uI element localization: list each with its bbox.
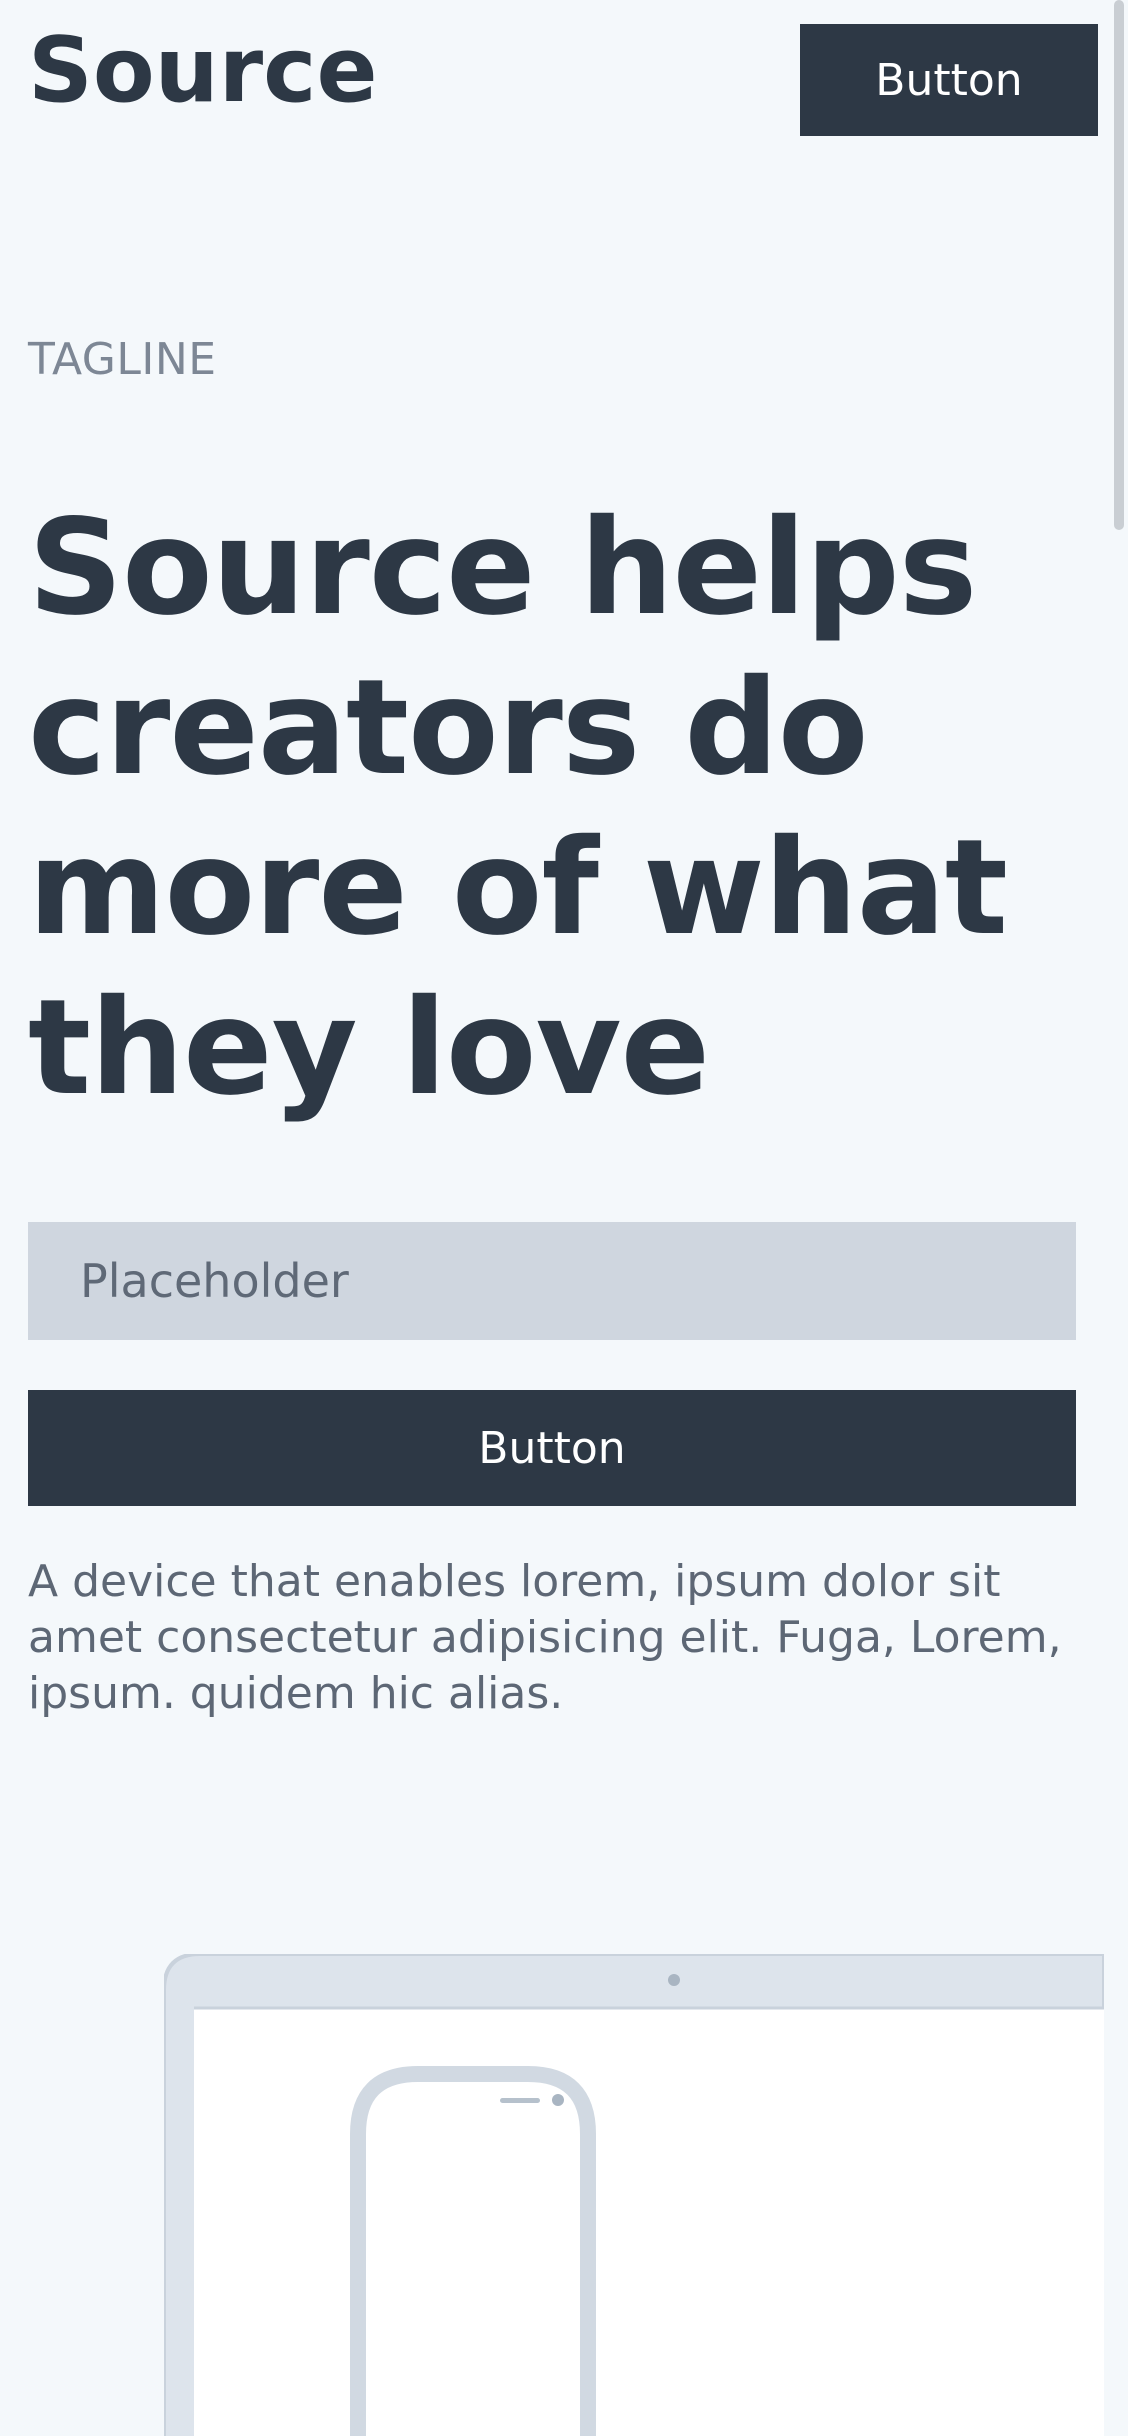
- header-button[interactable]: Button: [800, 24, 1098, 136]
- hero-headline: Source helps creators do more of what th…: [28, 491, 1008, 1125]
- laptop-mockup-icon: [164, 1954, 1104, 2436]
- brand-logo[interactable]: Source: [28, 26, 378, 116]
- laptop-camera-icon: [668, 1974, 680, 1986]
- email-field[interactable]: [78, 1221, 1076, 1341]
- landing-page: Source Button TAGLINE Source helps creat…: [0, 0, 1128, 2436]
- email-field-container: [28, 1221, 1076, 1341]
- scrollbar[interactable]: [1114, 0, 1124, 530]
- tagline: TAGLINE: [28, 334, 217, 385]
- cta-button[interactable]: Button: [28, 1390, 1076, 1506]
- hero-description: A device that enables lorem, ipsum dolor…: [28, 1556, 1062, 1719]
